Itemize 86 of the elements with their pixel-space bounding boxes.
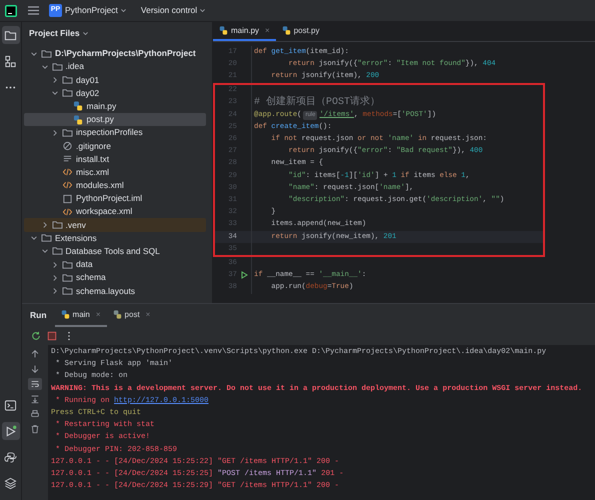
up-arrow-icon[interactable] [30,349,40,359]
chevron-right-icon[interactable] [51,274,59,282]
tree-item[interactable]: workspace.xml [24,205,206,218]
tree-item[interactable]: .gitignore [24,139,206,152]
tree-item[interactable]: D:\PycharmProjects\PythonProject [24,47,206,60]
run-icon[interactable] [240,271,248,280]
chevron-down-icon[interactable] [40,62,48,71]
tree-item[interactable]: install.txt [24,152,206,166]
chevron-down-icon[interactable] [30,234,38,242]
python-file-icon [72,114,84,125]
structure-icon [4,54,17,68]
tree-item[interactable]: data [24,258,206,272]
tree-item[interactable]: .idea [24,60,206,74]
folder-icon [62,128,73,138]
project-dropdown[interactable]: PythonProject [65,4,127,17]
trash-icon[interactable] [30,424,40,434]
rerun-icon[interactable] [31,331,41,341]
folder-icon [52,246,62,256]
folder-icon [62,88,73,98]
tree-item[interactable]: day02 [24,86,206,100]
chevron-right-icon[interactable] [51,128,59,137]
tree-item[interactable]: Database Tools and SQL [24,244,206,258]
folder-icon [52,220,62,230]
stop-icon[interactable] [47,331,57,341]
tree-item[interactable]: modules.xml [24,178,206,192]
text-file-icon [62,154,73,164]
tree-item[interactable]: schema.layouts [24,284,206,298]
folder-icon [62,260,73,270]
ignore-file-icon [62,140,73,151]
code-file-icon [62,167,73,178]
python-file-icon [72,101,84,112]
folder-icon [62,74,73,85]
chevron-down-icon [82,30,89,36]
folder-tool-button[interactable] [2,26,20,44]
chevron-right-icon[interactable] [40,221,48,230]
code-file-icon [62,206,73,217]
chevron-down-icon[interactable] [40,247,48,256]
more-icon[interactable] [67,331,71,341]
chevron-right-icon[interactable] [51,260,59,269]
wrap-lines-icon[interactable] [30,379,40,389]
editor-tab[interactable]: post.py [276,22,326,41]
chevron-right-icon[interactable] [51,286,59,295]
tree-item[interactable]: .venv [24,218,206,232]
chevron-right-icon[interactable] [51,76,59,84]
menu-icon[interactable] [28,6,39,15]
python-file-icon [60,310,70,319]
python-file-icon [219,26,228,35]
chevron-down-icon [199,7,206,14]
folder-icon [41,233,52,244]
tree-item[interactable]: post.py [24,112,206,126]
python-file-icon [112,310,122,319]
vcs-dropdown[interactable]: Version control [140,4,206,17]
run-tool-button[interactable] [2,422,20,440]
tree-item[interactable]: PythonProject.iml [24,192,206,206]
chevron-down-icon[interactable] [30,50,38,58]
folder-icon [62,286,73,296]
code-text: # 创建新项目（POST请求） [254,95,380,110]
module-file-icon [62,194,73,204]
tree-item[interactable]: main.py [24,100,206,113]
tree-item[interactable]: Extensions [24,232,206,245]
folder-icon [41,48,52,59]
scroll-to-end-icon[interactable] [30,394,40,404]
terminal-icon [4,398,17,412]
tree-item[interactable]: schema [24,271,206,284]
tree-item[interactable]: day01 [24,73,206,87]
code-file-icon [62,180,73,190]
folder-icon [4,28,17,42]
run-tab[interactable]: main × [54,304,107,327]
run-icon [4,424,17,438]
editor-tab[interactable]: main.py × [213,22,276,41]
folder-icon [52,62,62,72]
tree-item[interactable]: misc.xml [24,166,206,179]
python-console-icon [4,450,17,464]
close-tab-button[interactable]: × [265,24,270,36]
panel-title-dropdown[interactable]: Project Files [29,26,89,40]
layers-icon [4,476,17,490]
folder-icon [62,272,73,283]
tree-item[interactable]: inspectionProfiles [24,126,206,140]
python-file-icon [282,26,291,35]
chevron-down-icon [120,7,127,14]
run-tab[interactable]: post × [106,304,156,327]
down-arrow-icon[interactable] [30,364,40,374]
printer-icon[interactable] [30,409,40,419]
panel-title: Run [29,309,48,322]
app-logo-icon[interactable] [5,4,17,16]
chevron-down-icon[interactable] [51,89,59,98]
